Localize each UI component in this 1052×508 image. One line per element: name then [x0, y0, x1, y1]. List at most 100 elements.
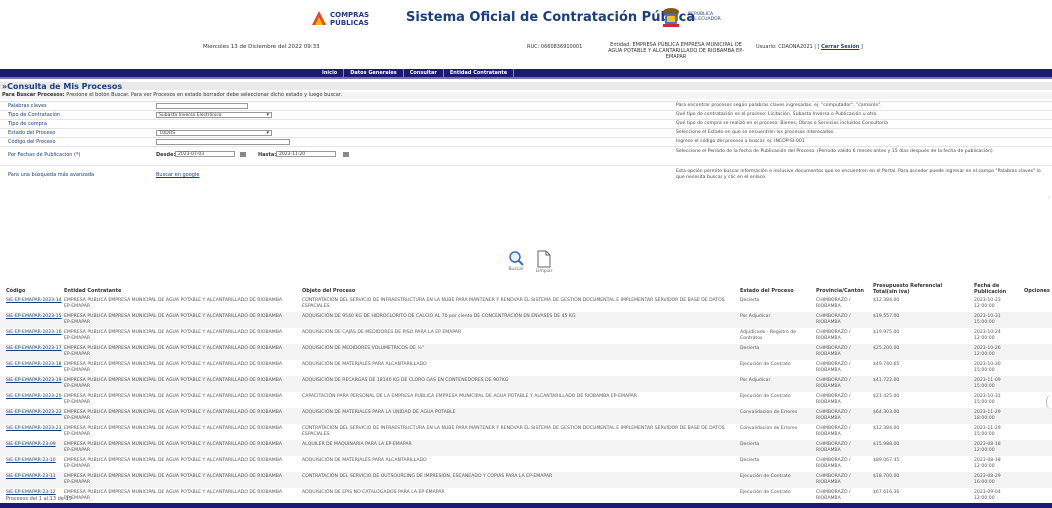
logo-line1: COMPRAS: [330, 11, 370, 19]
row-budget: $89.067.45: [873, 458, 900, 463]
table-row: SIE-EP-EMAPAR-2023-16 EMPRESA PUBLICA EMP…: [0, 328, 1052, 344]
calendar-icon[interactable]: [240, 152, 246, 157]
chevron-down-icon: ▾: [266, 112, 269, 118]
palabras-input[interactable]: [156, 103, 248, 109]
menu-consultar[interactable]: Consultar: [404, 69, 444, 77]
table-row: SIE-EP-EMAPAR-2023-22 EMPRESA PUBLICA EMP…: [0, 408, 1052, 424]
row-status: Desierta: [740, 442, 760, 447]
search-button[interactable]: Buscar: [506, 250, 526, 276]
header-codigo: Código: [6, 288, 26, 294]
codigo-input[interactable]: [156, 139, 290, 145]
row-code-link[interactable]: SIE-EP-EMAPAR-23-11: [6, 474, 62, 480]
tipo-contratacion-select[interactable]: Subasta Inversa Electrónica ▾: [156, 112, 272, 118]
row-status: Por Adjudicar: [740, 314, 771, 319]
row-budget: $19.557.00: [873, 314, 900, 319]
clear-button[interactable]: Limpiar: [534, 250, 554, 276]
row-status: Ejecución de Contrato: [740, 474, 791, 479]
fechas-label: Por Fechas de Publicación (*): [8, 152, 81, 158]
row-province: CHIMBORAZO / RIOBAMBA: [816, 442, 851, 453]
table-row: SIE-EP-EMAPAR-23-11 EMPRESA PUBLICA EMPRE…: [0, 472, 1052, 488]
row-entity: EMPRESA PUBLICA EMPRESA MUNICIPAL DE AGU…: [64, 298, 283, 309]
row-date: 2023-09-04 12:00:00: [974, 490, 1001, 501]
table-row: SIE-EP-EMAPAR-23-09 EMPRESA PUBLICA EMPRE…: [0, 440, 1052, 456]
row-date: 2023-10-23 12:00:00: [974, 298, 1001, 309]
row-entity: EMPRESA PUBLICA EMPRESA MUNICIPAL DE AGU…: [64, 314, 283, 325]
logo-line2: PÚBLICAS: [330, 19, 369, 27]
row-code-link[interactable]: SIE-EP-EMAPAR-23-10: [6, 458, 62, 464]
table-row: SIE-EP-EMAPAR-23-12 EMPRESA PUBLICA EMPRE…: [0, 488, 1052, 504]
row-code-link[interactable]: SIE-EP-EMAPAR-2023-18: [6, 362, 62, 368]
row-budget: $19.975.00: [873, 330, 900, 335]
row-entity: EMPRESA PUBLICA EMPRESA MUNICIPAL DE AGU…: [64, 410, 283, 421]
row-code-link[interactable]: SIE-EP-EMAPAR-2023-16: [6, 330, 62, 336]
hasta-label: Hasta:: [258, 152, 277, 158]
row-province: CHIMBORAZO / RIOBAMBA: [816, 410, 851, 421]
republica-label: REPÚBLICA DEL ECUADOR: [688, 12, 721, 22]
magnifier-icon: [509, 251, 524, 266]
scroll-arrow-icon[interactable]: ›: [1048, 195, 1052, 201]
row-budget: $15.988.00: [873, 442, 900, 447]
desde-input[interactable]: 2023-07-03: [175, 151, 235, 157]
header-opciones: Opciones: [1024, 288, 1050, 294]
form-row-codigo: Código del Proceso Ingrese el código del…: [0, 137, 1052, 146]
compras-publicas-logo[interactable]: COMPRAS PÚBLICAS: [312, 9, 372, 31]
instructions: Para Buscar Procesos: Presione el botón …: [0, 92, 1052, 99]
google-search-link[interactable]: Buscar en google: [156, 172, 199, 178]
row-entity: EMPRESA PUBLICA EMPRESA MUNICIPAL DE AGU…: [64, 346, 283, 357]
chevron-down-icon: ▾: [266, 130, 269, 136]
row-code-link[interactable]: SIE-EP-EMAPAR-2023-15: [6, 314, 62, 320]
row-date: 2023-08-29 16:00:00: [974, 474, 1001, 485]
row-code-link[interactable]: SIE-EP-EMAPAR-2023-20: [6, 394, 62, 400]
row-budget: $12.384.00: [873, 426, 900, 431]
row-date: 2023-10-30 15:00:00: [974, 362, 1001, 373]
estado-select[interactable]: TODOS ▾: [156, 130, 272, 136]
row-budget: $21.425.00: [873, 394, 900, 399]
menu-entidad-contratante[interactable]: Entidad Contratante: [444, 69, 515, 77]
header-provincia: Provincia/Cantón: [816, 288, 864, 294]
row-entity: EMPRESA PUBLICA EMPRESA MUNICIPAL DE AGU…: [64, 442, 283, 453]
menu-datos-generales[interactable]: Datos Generales: [344, 69, 404, 77]
row-code-link[interactable]: SIE-EP-EMAPAR-2023-23: [6, 426, 62, 432]
table-row: SIE-EP-EMAPAR-23-10 EMPRESA PUBLICA EMPRE…: [0, 456, 1052, 472]
row-code-link[interactable]: SIE-EP-EMAPAR-2023-14: [6, 298, 62, 304]
row-status: Desierta: [740, 298, 760, 303]
row-status: Desierta: [740, 346, 760, 351]
calendar-icon[interactable]: [343, 152, 349, 157]
row-status: Ejecución de Contrato: [740, 490, 791, 495]
table-row: SIE-EP-EMAPAR-2023-14 EMPRESA PUBLICA EMP…: [0, 296, 1052, 312]
row-province: CHIMBORAZO / RIOBAMBA: [816, 298, 851, 309]
menu-inicio[interactable]: Inicio: [316, 69, 345, 77]
row-object: CONTRATACIÓN DEL SERVICIO DE INFRAESTRUC…: [302, 298, 725, 309]
row-date: 2023-11-09 15:00:00: [974, 378, 1001, 389]
row-province: CHIMBORAZO / RIOBAMBA: [816, 378, 851, 389]
estado-label: Estado del Proceso: [8, 130, 56, 136]
instructions-bold: Para Buscar Procesos:: [2, 92, 65, 98]
row-date: 2023-10-31 15:00:00: [974, 394, 1001, 405]
table-row: SIE-EP-EMAPAR-2023-17 EMPRESA PUBLICA EMP…: [0, 344, 1052, 360]
row-object: ADQUISICIÓN DE RECARGAS DE 18140 KG DE C…: [302, 378, 509, 383]
codigo-help: Ingrese el código del proceso a buscar. …: [676, 139, 805, 144]
row-code-link[interactable]: SIE-EP-EMAPAR-2023-19: [6, 378, 62, 384]
row-date: 2023-08-18 12:00:00: [974, 458, 1001, 469]
row-entity: EMPRESA PUBLICA EMPRESA MUNICIPAL DE AGU…: [64, 330, 283, 341]
row-province: CHIMBORAZO / RIOBAMBA: [816, 314, 851, 325]
hasta-input[interactable]: 2023-11-20: [276, 151, 336, 157]
row-province: CHIMBORAZO / RIOBAMBA: [816, 330, 851, 341]
table-row: SIE-EP-EMAPAR-2023-23 EMPRESA PUBLICA EMP…: [0, 424, 1052, 440]
row-date: 2023-08-18 12:00:00: [974, 442, 1001, 453]
entidad-label: Entidad: EMPRESA PÚBLICA EMPRESA MUNICIP…: [608, 42, 744, 60]
row-object: ADQUISICIÓN DE MATERIALES PARA ALCANTARI…: [302, 362, 427, 367]
row-code-link[interactable]: SIE-EP-EMAPAR-2023-17: [6, 346, 62, 352]
row-code-link[interactable]: SIE-EP-EMAPAR-2023-22: [6, 410, 62, 416]
row-entity: EMPRESA PUBLICA EMPRESA MUNICIPAL DE AGU…: [64, 474, 283, 485]
row-budget: $18.700.00: [873, 474, 900, 479]
header-estado: Estado del Proceso: [740, 288, 794, 294]
logout-link[interactable]: Cerrar Sesión: [821, 44, 859, 50]
scroll-handle[interactable]: [1046, 395, 1052, 409]
codigo-label: Código del Proceso: [8, 139, 56, 145]
clear-button-label: Limpiar: [535, 269, 553, 274]
row-date: 2023-10-31 15:00:00: [974, 314, 1001, 325]
row-code-link[interactable]: SIE-EP-EMAPAR-23-09: [6, 442, 62, 448]
row-object: ADQUISICIÓN DE MATERIALES PARA ALCANTARI…: [302, 458, 427, 463]
header-fecha: Fecha de Publicación: [974, 283, 1007, 295]
